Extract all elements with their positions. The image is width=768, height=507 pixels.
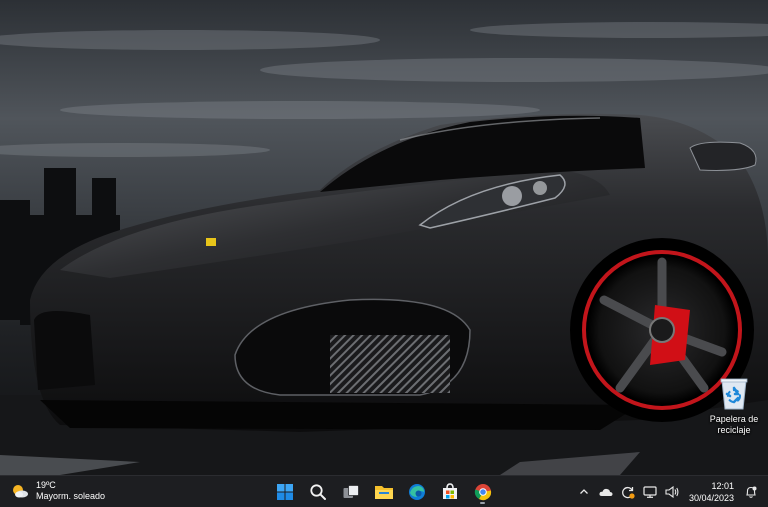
network-icon [643,486,657,498]
partly-sunny-icon [13,485,28,498]
show-hidden-icons-button[interactable] [575,483,593,501]
chrome-icon [474,484,491,501]
edge-icon [408,484,425,500]
weather-temperature: 19ºC [36,480,56,490]
pinned-apps [272,480,495,504]
chrome-button[interactable] [470,480,495,504]
windows-start-icon [276,484,293,500]
onedrive-cloud-icon [599,488,613,496]
system-tray: 12:01 30/04/2023 [571,480,760,504]
clock[interactable]: 12:01 30/04/2023 [689,480,734,504]
start-button[interactable] [272,480,297,504]
clock-date: 30/04/2023 [688,493,734,503]
recycle-bin-icon [720,378,748,410]
store-button[interactable] [437,480,462,504]
task-view-button[interactable] [338,480,363,504]
clock-time: 12:01 [711,481,734,491]
chevron-up-icon [579,489,588,494]
task-view-icon [343,485,359,498]
file-explorer-button[interactable] [371,480,396,504]
weather-widget[interactable]: 19ºC Mayorm. soleado [10,480,105,502]
file-explorer-icon [374,486,393,499]
search-button[interactable] [305,480,330,504]
desktop[interactable]: Papelera de reciclaje [0,0,768,475]
store-icon [442,483,457,499]
taskbar: 19ºC Mayorm. soleado 12:01 30/04/2023 [0,475,768,507]
edge-button[interactable] [404,480,429,504]
weather-condition: Mayorm. soleado [36,491,106,501]
onedrive-button[interactable] [597,483,615,501]
network-button[interactable] [641,483,659,501]
notifications-button[interactable] [742,483,760,501]
desktop-icon-recycle-bin[interactable]: Papelera de reciclaje [704,376,764,436]
volume-button[interactable] [663,483,681,501]
volume-icon [665,486,679,498]
running-indicator [480,502,485,504]
update-sync-icon [622,486,635,499]
update-button[interactable] [619,483,637,501]
notification-bell-icon [746,486,757,498]
wallpaper-sports-car [0,0,768,475]
desktop-icon-label: Papelera de reciclaje [709,414,759,435]
search-icon [309,484,326,500]
